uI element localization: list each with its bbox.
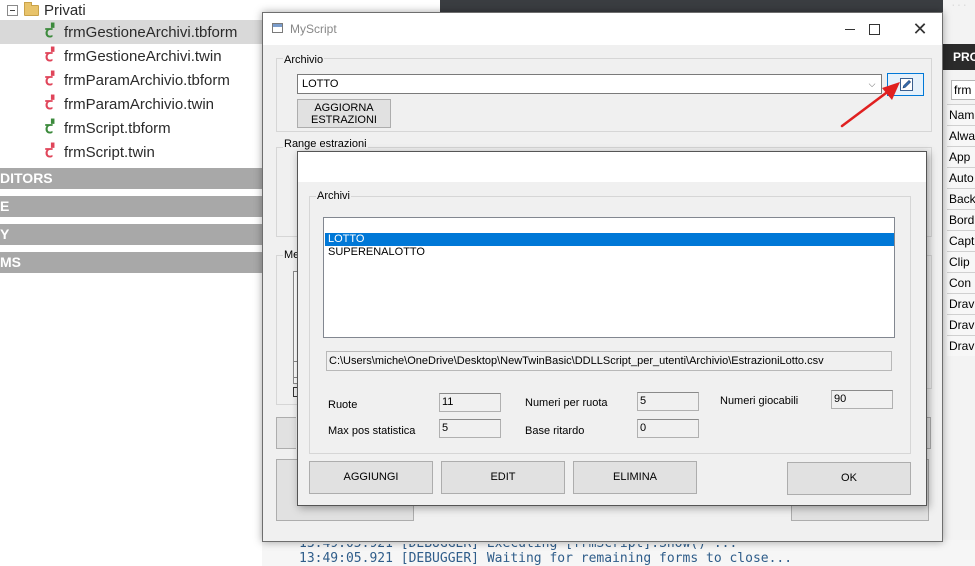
property-row[interactable]: Back xyxy=(947,188,975,209)
base-ritardo-field[interactable]: 0 xyxy=(637,419,699,438)
list-item[interactable]: SUPERENALOTTO xyxy=(325,246,894,259)
more-icon[interactable]: ··· xyxy=(951,0,975,14)
folder-icon xyxy=(24,1,39,16)
combo-value: LOTTO xyxy=(302,78,339,90)
collapse-icon[interactable] xyxy=(7,4,18,16)
twinbasic-file-icon: ꞇ ▘ xyxy=(45,70,58,89)
property-row[interactable]: Clip xyxy=(947,251,975,272)
tree-file-label: frmParamArchivio.tbform xyxy=(64,71,230,89)
ok-button[interactable]: OK xyxy=(787,462,911,495)
background-button[interactable] xyxy=(276,417,296,449)
debug-console: 13:49:05.921 [DEBUGGER] Executing [frmSc… xyxy=(262,540,975,566)
max-pos-statistica-field[interactable]: 5 xyxy=(439,419,501,438)
elimina-button[interactable]: ELIMINA xyxy=(573,461,697,494)
property-row[interactable]: Drav xyxy=(947,293,975,314)
console-line: 13:49:05.921 [DEBUGGER] Waiting for rema… xyxy=(299,551,793,566)
property-row[interactable]: Nam xyxy=(947,104,975,125)
property-row[interactable]: Alwa xyxy=(947,125,975,146)
archivio-group-label: Archivio xyxy=(283,54,325,66)
property-row[interactable]: Bord xyxy=(947,209,975,230)
properties-header: PRO xyxy=(943,44,975,70)
property-row[interactable]: Auto xyxy=(947,167,975,188)
object-selector[interactable]: frm xyxy=(951,80,975,100)
title-bar[interactable]: MyScript ✕ xyxy=(263,13,942,45)
numeri-giocabili-field[interactable]: 90 xyxy=(831,390,893,409)
properties-panel: ··· PRO frm Nam Alwa App Auto Back Bord Capt Cl… xyxy=(943,0,975,566)
property-row[interactable]: Drav xyxy=(947,335,975,356)
tree-folder-label: Privati xyxy=(44,1,86,19)
tree-file-label: frmGestioneArchivi.twin xyxy=(64,47,222,65)
numeri-giocabili-label: Numeri giocabili xyxy=(720,395,799,407)
tree-file-label: frmScript.tbform xyxy=(64,119,171,137)
archivi-dialog: Archivi LOTTO SUPERENALOTTO C:\Users\mich… xyxy=(297,151,927,506)
property-row[interactable]: App xyxy=(947,146,975,167)
annotation-arrow-icon xyxy=(840,82,900,128)
twinbasic-file-icon: ꞇ ▘ xyxy=(45,94,58,113)
tree-file-label: frmParamArchivio.twin xyxy=(64,95,215,113)
section-header[interactable]: Y xyxy=(0,224,262,245)
maximize-button[interactable] xyxy=(851,13,897,45)
twinbasic-file-icon: ꞇ ▘ xyxy=(45,22,58,41)
app-icon xyxy=(272,23,283,33)
aggiorna-estrazioni-button[interactable]: AGGIORNA ESTRAZIONI xyxy=(297,99,391,128)
window-title: MyScript xyxy=(290,22,337,36)
numeri-per-ruota-field[interactable]: 5 xyxy=(637,392,699,411)
tree-file-label: frmGestioneArchivi.tbform xyxy=(64,23,238,41)
property-row[interactable]: Drav xyxy=(947,314,975,335)
section-header[interactable]: E xyxy=(0,196,262,217)
close-button[interactable]: ✕ xyxy=(897,13,943,45)
dialog-header xyxy=(298,152,926,182)
aggiungi-button[interactable]: AGGIUNGI xyxy=(309,461,433,494)
ruote-label: Ruote xyxy=(328,399,358,411)
max-pos-statistica-label: Max pos statistica xyxy=(328,425,416,437)
twinbasic-file-icon: ꞇ ▘ xyxy=(45,118,58,137)
ruote-field[interactable]: 11 xyxy=(439,393,501,412)
edit-button[interactable]: EDIT xyxy=(441,461,565,494)
archivi-listbox[interactable]: LOTTO SUPERENALOTTO xyxy=(323,217,895,338)
numeri-per-ruota-label: Numeri per ruota xyxy=(525,397,608,409)
project-explorer: Privati ꞇ ▘ frmGestioneArchivi.tbform ꞇ ▘ frm… xyxy=(0,0,262,566)
twinbasic-file-icon: ꞇ ▘ xyxy=(45,142,58,161)
property-row[interactable]: Con xyxy=(947,272,975,293)
twinbasic-file-icon: ꞇ ▘ xyxy=(45,46,58,65)
section-header[interactable]: MS xyxy=(0,252,262,273)
section-header[interactable]: DITORS xyxy=(0,168,262,189)
archive-path-field[interactable]: C:\Users\miche\OneDrive\Desktop\NewTwinB… xyxy=(326,351,892,371)
base-ritardo-label: Base ritardo xyxy=(525,425,585,437)
tree-file-label: frmScript.twin xyxy=(64,143,155,161)
range-estrazioni-label: Range estrazioni xyxy=(283,138,368,150)
archivio-combo[interactable]: LOTTO ⌵ xyxy=(297,74,882,94)
archivi-group-label: Archivi xyxy=(316,190,352,202)
tree-file-item[interactable]: ꞇ ▘ frmGestioneArchivi.tbform xyxy=(0,20,262,44)
list-item[interactable]: LOTTO xyxy=(325,233,894,246)
property-row[interactable]: Capt xyxy=(947,230,975,251)
